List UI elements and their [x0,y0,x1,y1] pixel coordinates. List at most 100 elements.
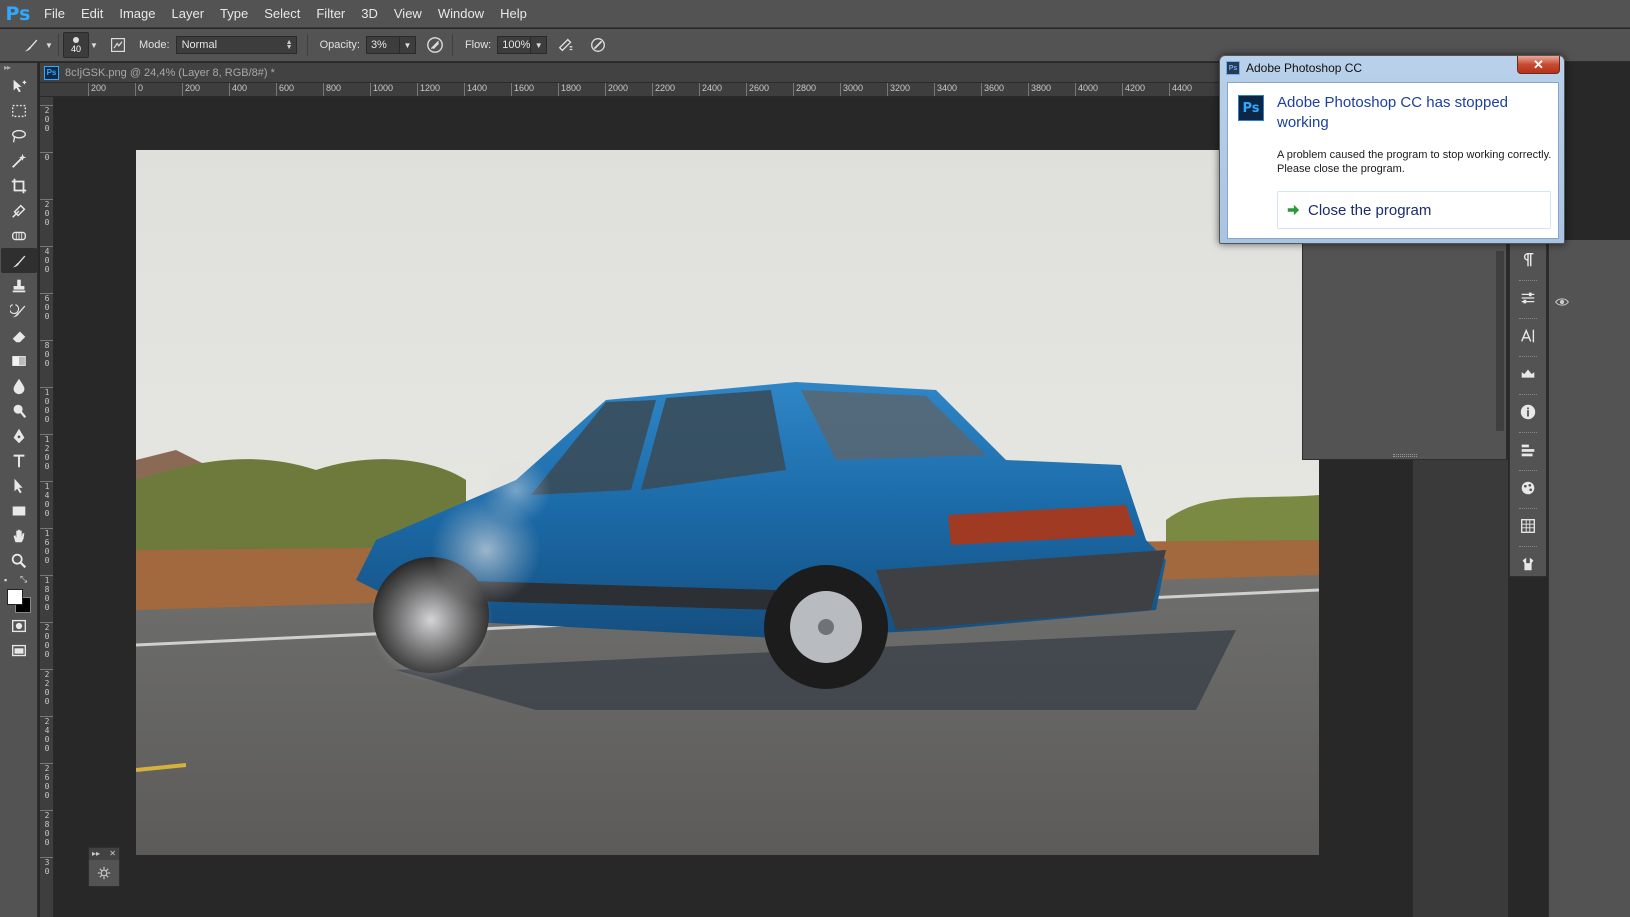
menu-view[interactable]: View [386,0,430,28]
vertical-ruler[interactable]: 2 0 0 0 2 0 0 4 0 0 6 0 0 8 0 0 1 0 0 0 1 2 0 0… [40,97,54,917]
character-icon[interactable] [1510,317,1546,355]
menu-file[interactable]: File [36,0,73,28]
mini-panel-gear-icon[interactable] [89,866,119,880]
ruler-h-label: 600 [276,83,294,96]
crop-tool-icon[interactable] [1,173,37,198]
brush-tool-preset-icon[interactable] [18,33,44,57]
clone-stamp-tool-icon[interactable] [1,273,37,298]
move-tool-icon[interactable] [1,73,37,98]
dock-grip[interactable] [1519,280,1537,282]
ruler-v-label: 0 [40,152,53,162]
rectangle-tool-icon[interactable] [1,498,37,523]
marquee-tool-icon[interactable] [1,98,37,123]
pressure-opacity-icon[interactable] [422,33,448,57]
foreground-color[interactable] [7,589,23,605]
dock-grip[interactable] [1519,470,1537,472]
panel-resize-handle[interactable] [1393,454,1417,457]
ruler-h-label: 1800 [558,83,581,96]
swap-colors-icon[interactable]: ⤡ [20,574,27,585]
eraser-tool-icon[interactable] [1,323,37,348]
info-icon[interactable] [1510,393,1546,431]
separator [306,34,308,56]
type-tool-icon[interactable] [1,448,37,473]
dock-grip[interactable] [1519,318,1537,320]
path-selection-tool-icon[interactable] [1,473,37,498]
dock-grip[interactable] [1519,546,1537,548]
adjustments-icon[interactable] [1510,279,1546,317]
dock-grip[interactable] [1519,508,1537,510]
ruler-h-label: 4200 [1122,83,1145,96]
flow-field[interactable]: 100% [497,36,532,54]
panel-group[interactable] [1302,240,1507,460]
ruler-h-label: 2000 [605,83,628,96]
magic-wand-tool-icon[interactable] [1,148,37,173]
menu-select[interactable]: Select [256,0,308,28]
ruler-h-label: 2400 [699,83,722,96]
menu-window[interactable]: Window [430,0,492,28]
blur-tool-icon[interactable] [1,373,37,398]
pressure-size-icon[interactable] [585,33,611,57]
ruler-v-label: 8 0 0 [40,340,53,368]
hand-tool-icon[interactable] [1,523,37,548]
toolbar-collapse-icon[interactable]: ▸▸ [0,63,37,73]
brush-panel-toggle-icon[interactable] [105,33,131,57]
menu-edit[interactable]: Edit [73,0,111,28]
quick-mask-icon[interactable] [1,613,37,638]
menu-image[interactable]: Image [111,0,163,28]
clone-source-icon[interactable] [1510,431,1546,469]
tool-preset-dropdown-icon[interactable]: ▼ [44,33,54,57]
flow-dropdown-icon[interactable]: ▼ [531,36,548,54]
ruler-h-label: 3200 [887,83,910,96]
brush-size-picker[interactable]: 40 [63,32,89,58]
ruler-v-label: 6 0 0 [40,293,53,321]
swatches-icon[interactable] [1510,507,1546,545]
dialog-app-icon: Ps [1226,61,1240,75]
floating-mini-panel[interactable]: ▸▸ ✕ [88,847,120,887]
eyedropper-tool-icon[interactable] [1,198,37,223]
menu-3d[interactable]: 3D [353,0,386,28]
glyphs-icon[interactable] [1510,355,1546,393]
panel-scrollbar[interactable] [1496,251,1504,431]
brush-picker-dropdown-icon[interactable]: ▼ [89,33,99,57]
dialog-close-button[interactable]: ✕ [1517,56,1560,74]
brush-presets-icon[interactable] [1510,469,1546,507]
close-program-button[interactable]: Close the program [1277,191,1551,229]
mini-panel-collapse-icon[interactable]: ▸▸ [92,848,100,860]
menu-help[interactable]: Help [492,0,535,28]
screen-mode-icon[interactable] [1,638,37,663]
dock-grip[interactable] [1519,356,1537,358]
color-swatches[interactable]: ▪ ⤡ [0,573,36,613]
visibility-eye-icon[interactable] [1555,295,1569,309]
brush-tool-icon[interactable] [1,248,37,273]
healing-brush-tool-icon[interactable] [1,223,37,248]
ruler-h-label: 200 [88,83,106,96]
opacity-field[interactable]: 3% [365,36,400,54]
document-image[interactable] [136,150,1319,855]
dialog-titlebar[interactable]: Ps Adobe Photoshop CC ✕ [1220,56,1564,80]
document-tab[interactable]: Ps 8cIjGSK.png @ 24,4% (Layer 8, RGB/8#)… [40,63,1220,83]
dodge-tool-icon[interactable] [1,398,37,423]
paragraph-icon[interactable] [1510,241,1546,279]
history-brush-tool-icon[interactable] [1,298,37,323]
dock-grip[interactable] [1519,432,1537,434]
gradient-tool-icon[interactable] [1,348,37,373]
menu-layer[interactable]: Layer [164,0,213,28]
menu-type[interactable]: Type [212,0,256,28]
opacity-dropdown-icon[interactable]: ▼ [399,36,416,54]
ruler-v-label: 1 2 0 0 [40,434,53,471]
mini-panel-close-icon[interactable]: ✕ [109,848,116,860]
default-colors-icon[interactable]: ▪ [4,575,7,585]
pen-tool-icon[interactable] [1,423,37,448]
document-ps-icon: Ps [44,65,59,80]
zoom-tool-icon[interactable] [1,548,37,573]
airbrush-icon[interactable] [553,33,579,57]
menu-filter[interactable]: Filter [308,0,353,28]
horizontal-ruler[interactable]: 200 0 200 400 600 800 1000 1200 1400 1600 1800 2000… [40,83,1220,97]
tool-presets-icon[interactable] [1510,545,1546,583]
lasso-tool-icon[interactable] [1,123,37,148]
collapsed-panels [1548,240,1630,917]
opacity-label: Opacity: [319,39,360,51]
ruler-v-label: 3 0 [40,857,53,876]
dock-grip[interactable] [1519,394,1537,396]
mode-select[interactable]: Normal ▲ ▼ [175,36,297,54]
